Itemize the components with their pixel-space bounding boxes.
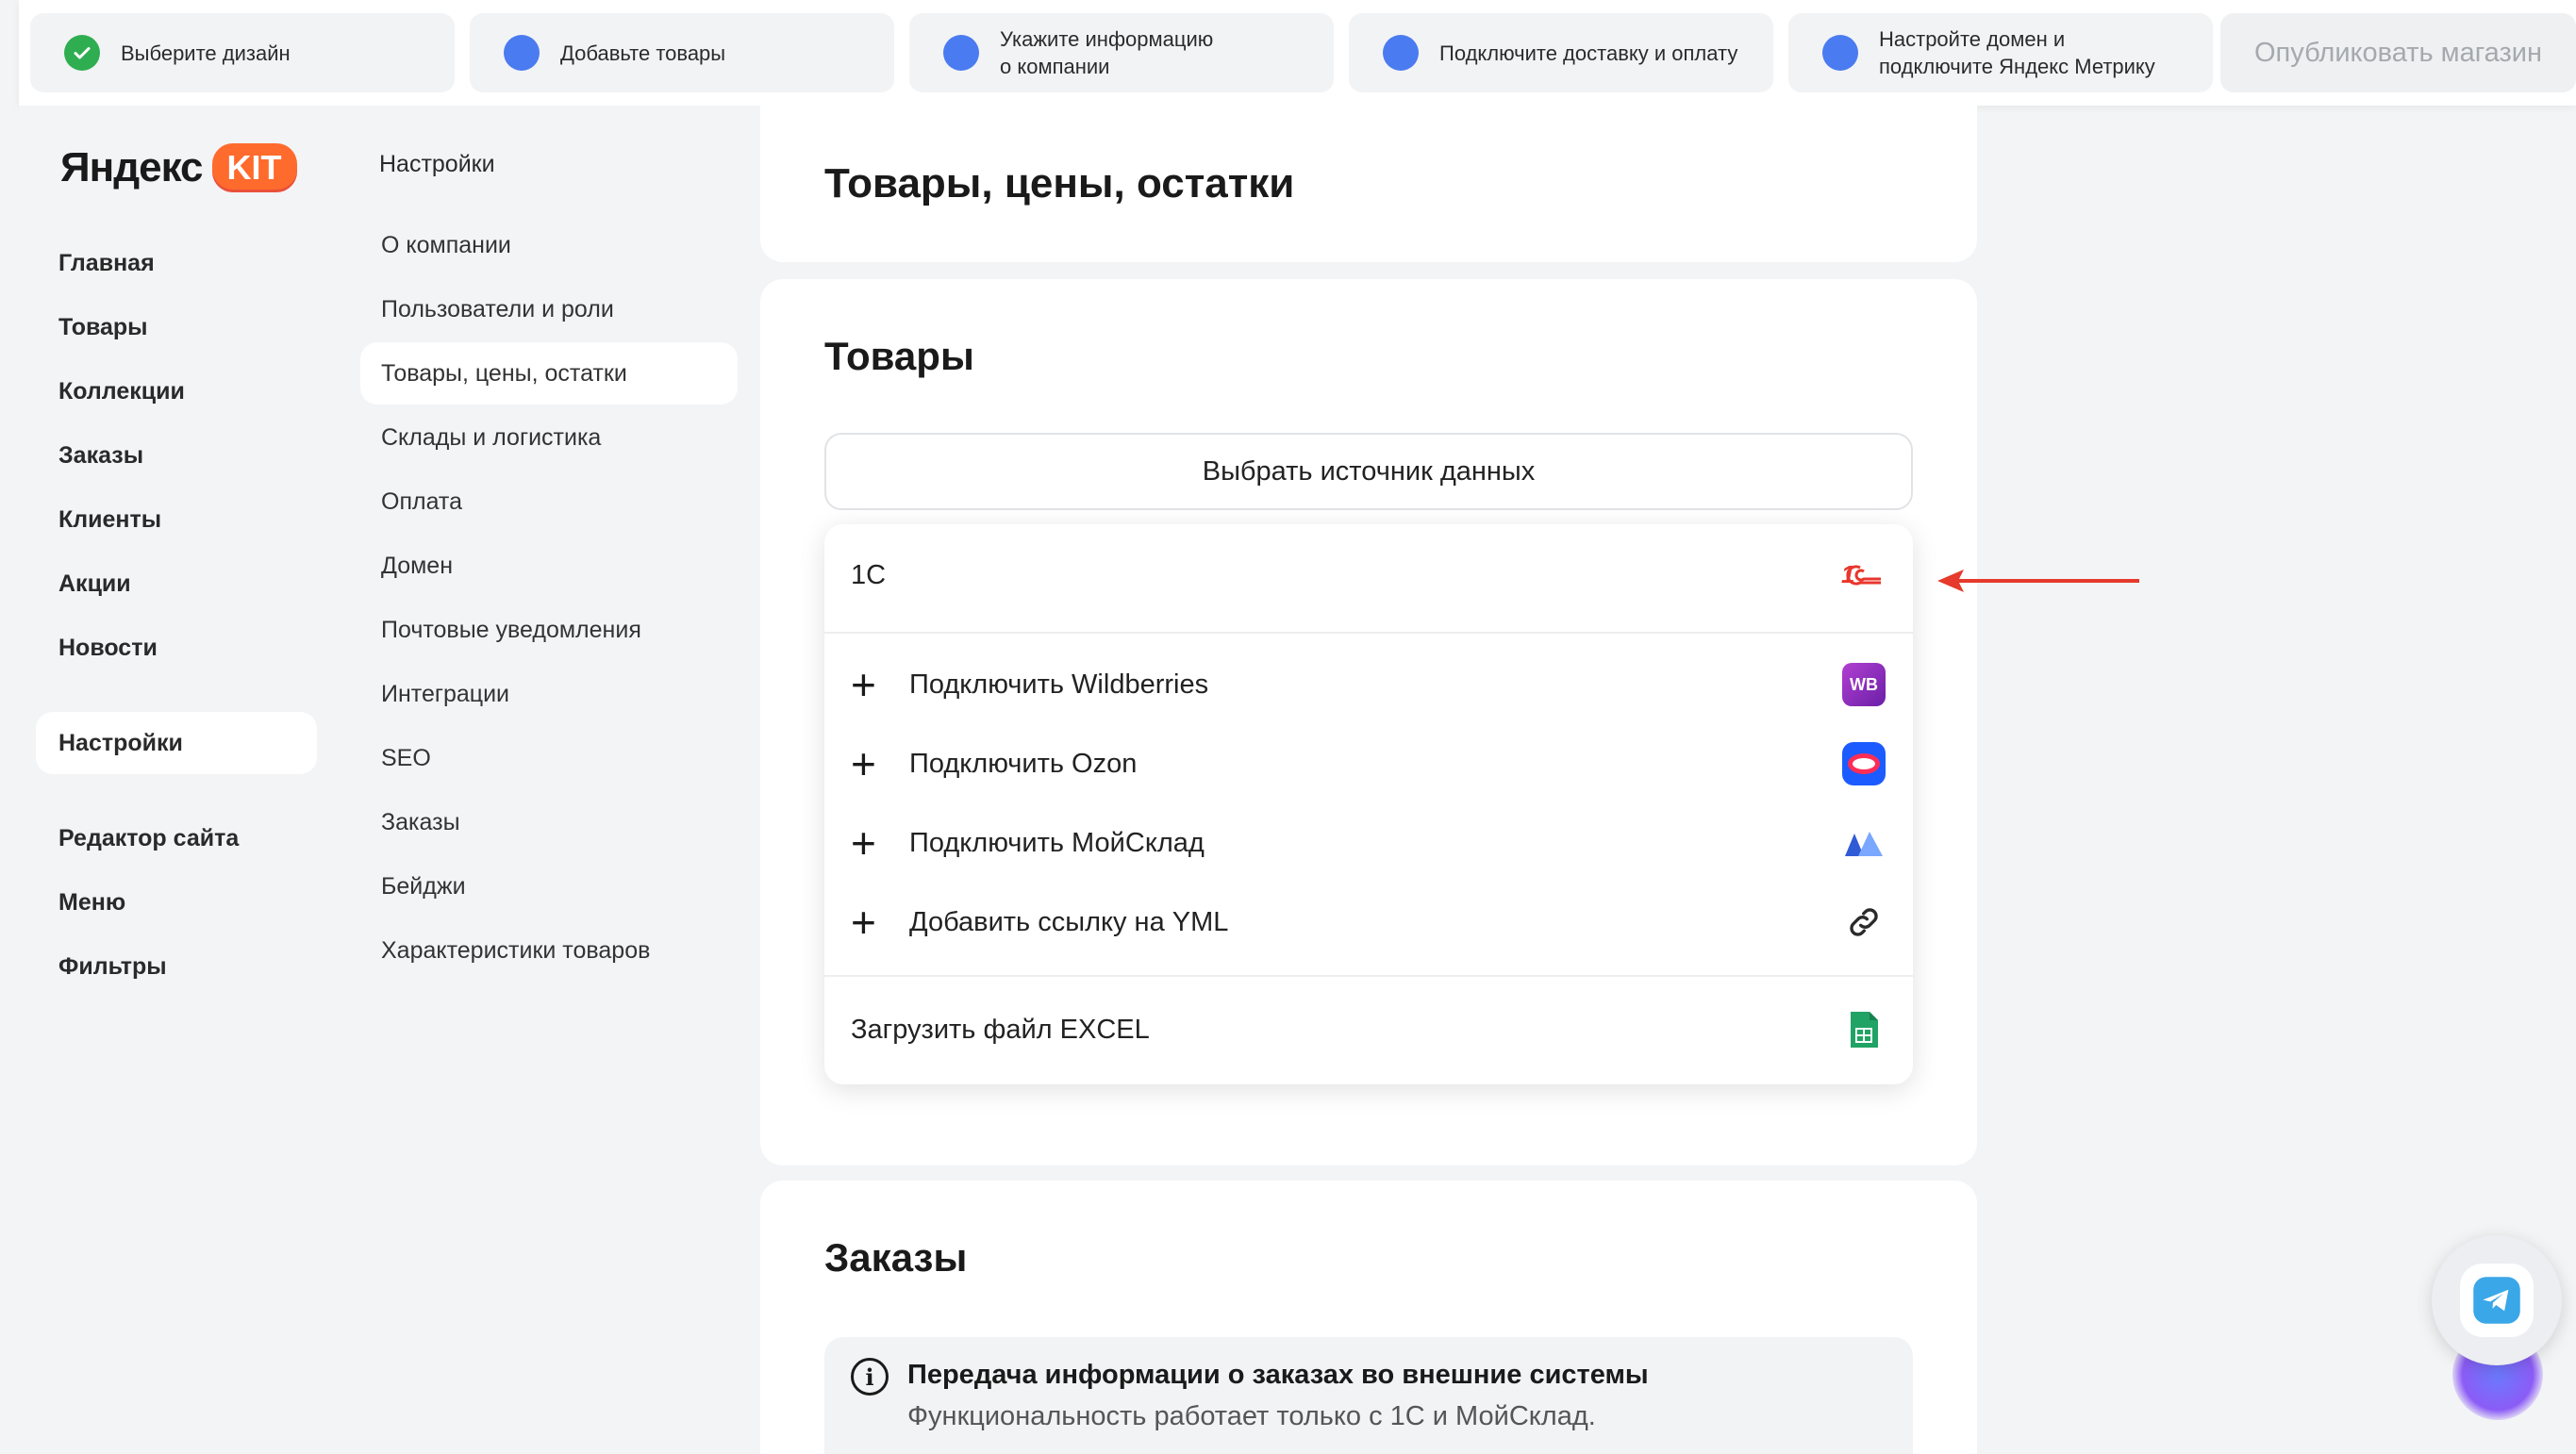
onboarding-step-label: Добавьте товары — [560, 41, 726, 65]
step-dot-icon — [1383, 35, 1419, 71]
dropdown-item-moysklad[interactable]: + Подключить МойСклад — [824, 805, 1913, 881]
dropdown-item-yml-link[interactable]: + Добавить ссылку на YML — [824, 884, 1913, 960]
subnav-item-payment[interactable]: Оплата — [360, 471, 738, 533]
page-header-card: Товары, цены, остатки — [760, 106, 1977, 262]
dropdown-item-label: 1С — [851, 559, 887, 590]
nav-item-menu[interactable]: Меню — [36, 871, 317, 934]
onboarding-step-company[interactable]: Укажите информацию о компании — [909, 13, 1334, 92]
plus-icon: + — [851, 818, 876, 867]
link-icon — [1841, 900, 1886, 945]
step-dot-icon — [504, 35, 540, 71]
plus-icon: + — [851, 660, 876, 709]
step-dot-icon — [943, 35, 979, 71]
dropdown-item-1c[interactable]: 1С 1 — [824, 537, 1913, 613]
page-title: Товары, цены, остатки — [824, 160, 1295, 207]
support-chat-button[interactable] — [2432, 1235, 2562, 1365]
choose-data-source-button[interactable]: Выбрать источник данных — [824, 433, 1913, 510]
nav-item-filters[interactable]: Фильтры — [36, 935, 317, 998]
onboarding-bar: Выберите дизайн Добавьте товары Укажите … — [19, 0, 2576, 106]
subnav-item-badges[interactable]: Бейджи — [360, 855, 738, 917]
nav-item-products[interactable]: Товары — [36, 296, 317, 358]
dropdown-item-label: Подключить МойСклад — [909, 827, 1205, 858]
red-arrow-annotation — [1934, 564, 2141, 603]
orders-info-banner: i Передача информации о заказах во внешн… — [824, 1337, 1913, 1454]
dropdown-divider — [824, 632, 1913, 634]
nav-item-settings[interactable]: Настройки — [36, 712, 317, 774]
onboarding-step-label: Выберите дизайн — [121, 41, 291, 65]
subnav-item-users-roles[interactable]: Пользователи и роли — [360, 278, 738, 340]
onboarding-step-label: Подключите доставку и оплату — [1439, 41, 1738, 65]
dropdown-item-label: Загрузить файл EXCEL — [851, 1014, 1150, 1045]
publish-store-button[interactable]: Опубликовать магазин — [2220, 13, 2576, 92]
dropdown-item-ozon[interactable]: + Подключить Ozon — [824, 726, 1913, 801]
nav-item-news[interactable]: Новости — [36, 617, 317, 679]
dropdown-divider — [824, 975, 1913, 977]
onboarding-step-label: Настройте домен и подключите Яндекс Метр… — [1879, 27, 2155, 78]
settings-title: Настройки — [379, 151, 495, 177]
nav-item-home[interactable]: Главная — [36, 232, 317, 294]
subnav-item-integrations[interactable]: Интеграции — [360, 663, 738, 725]
step-dot-icon — [1822, 35, 1858, 71]
subnav-item-seo[interactable]: SEO — [360, 727, 738, 789]
subnav-item-domain[interactable]: Домен — [360, 535, 738, 597]
onboarding-step-design[interactable]: Выберите дизайн — [30, 13, 455, 92]
check-icon — [64, 35, 100, 71]
info-title: Передача информации о заказах во внешние… — [907, 1360, 1649, 1390]
nav-item-clients[interactable]: Клиенты — [36, 488, 317, 551]
telegram-icon — [2460, 1264, 2534, 1337]
plus-icon: + — [851, 898, 876, 947]
main-sidebar: Яндекс KIT Главная Товары Коллекции Зака… — [19, 106, 338, 1454]
onboarding-step-delivery[interactable]: Подключите доставку и оплату — [1349, 13, 1773, 92]
onboarding-step-label: Укажите информацию о компании — [1000, 27, 1214, 78]
data-source-dropdown: 1С 1 + Подключить Wildberries WB + Подкл… — [824, 524, 1913, 1084]
wildberries-icon: WB — [1841, 662, 1886, 707]
subnav-item-warehouses[interactable]: Склады и логистика — [360, 406, 738, 469]
dropdown-item-label: Подключить Wildberries — [909, 669, 1209, 700]
dropdown-item-wildberries[interactable]: + Подключить Wildberries WB — [824, 647, 1913, 722]
info-text: Функциональность работает только с 1С и … — [907, 1401, 1596, 1431]
onboarding-step-products[interactable]: Добавьте товары — [470, 13, 894, 92]
subnav-item-email-notifications[interactable]: Почтовые уведомления — [360, 599, 738, 661]
logo-badge: KIT — [211, 143, 297, 192]
dropdown-item-excel[interactable]: Загрузить файл EXCEL — [824, 992, 1913, 1067]
settings-sidebar: Настройки О компании Пользователи и роли… — [338, 106, 760, 1454]
nav-item-site-editor[interactable]: Редактор сайта — [36, 807, 317, 869]
nav-item-orders[interactable]: Заказы — [36, 424, 317, 487]
logo[interactable]: Яндекс KIT — [60, 143, 297, 192]
dropdown-item-label: Подключить Ozon — [909, 748, 1138, 779]
subnav-item-company[interactable]: О компании — [360, 214, 738, 276]
subnav-item-orders[interactable]: Заказы — [360, 791, 738, 853]
info-icon: i — [851, 1358, 889, 1396]
ozon-icon — [1841, 741, 1886, 786]
products-section-title: Товары — [824, 334, 974, 378]
excel-file-icon — [1841, 1007, 1886, 1052]
onboarding-step-domain[interactable]: Настройте домен и подключите Яндекс Метр… — [1788, 13, 2213, 92]
dropdown-item-label: Добавить ссылку на YML — [909, 906, 1229, 937]
subnav-item-products-prices[interactable]: Товары, цены, остатки — [360, 342, 738, 405]
nav-item-promotions[interactable]: Акции — [36, 553, 317, 615]
1c-logo-icon: 1 — [1841, 553, 1886, 598]
logo-text: Яндекс — [60, 144, 204, 190]
orders-section-title: Заказы — [824, 1235, 968, 1280]
plus-icon: + — [851, 739, 876, 788]
wildberries-badge: WB — [1842, 663, 1886, 706]
nav-item-collections[interactable]: Коллекции — [36, 360, 317, 422]
moysklad-icon — [1841, 820, 1886, 866]
subnav-item-product-characteristics[interactable]: Характеристики товаров — [360, 919, 738, 982]
